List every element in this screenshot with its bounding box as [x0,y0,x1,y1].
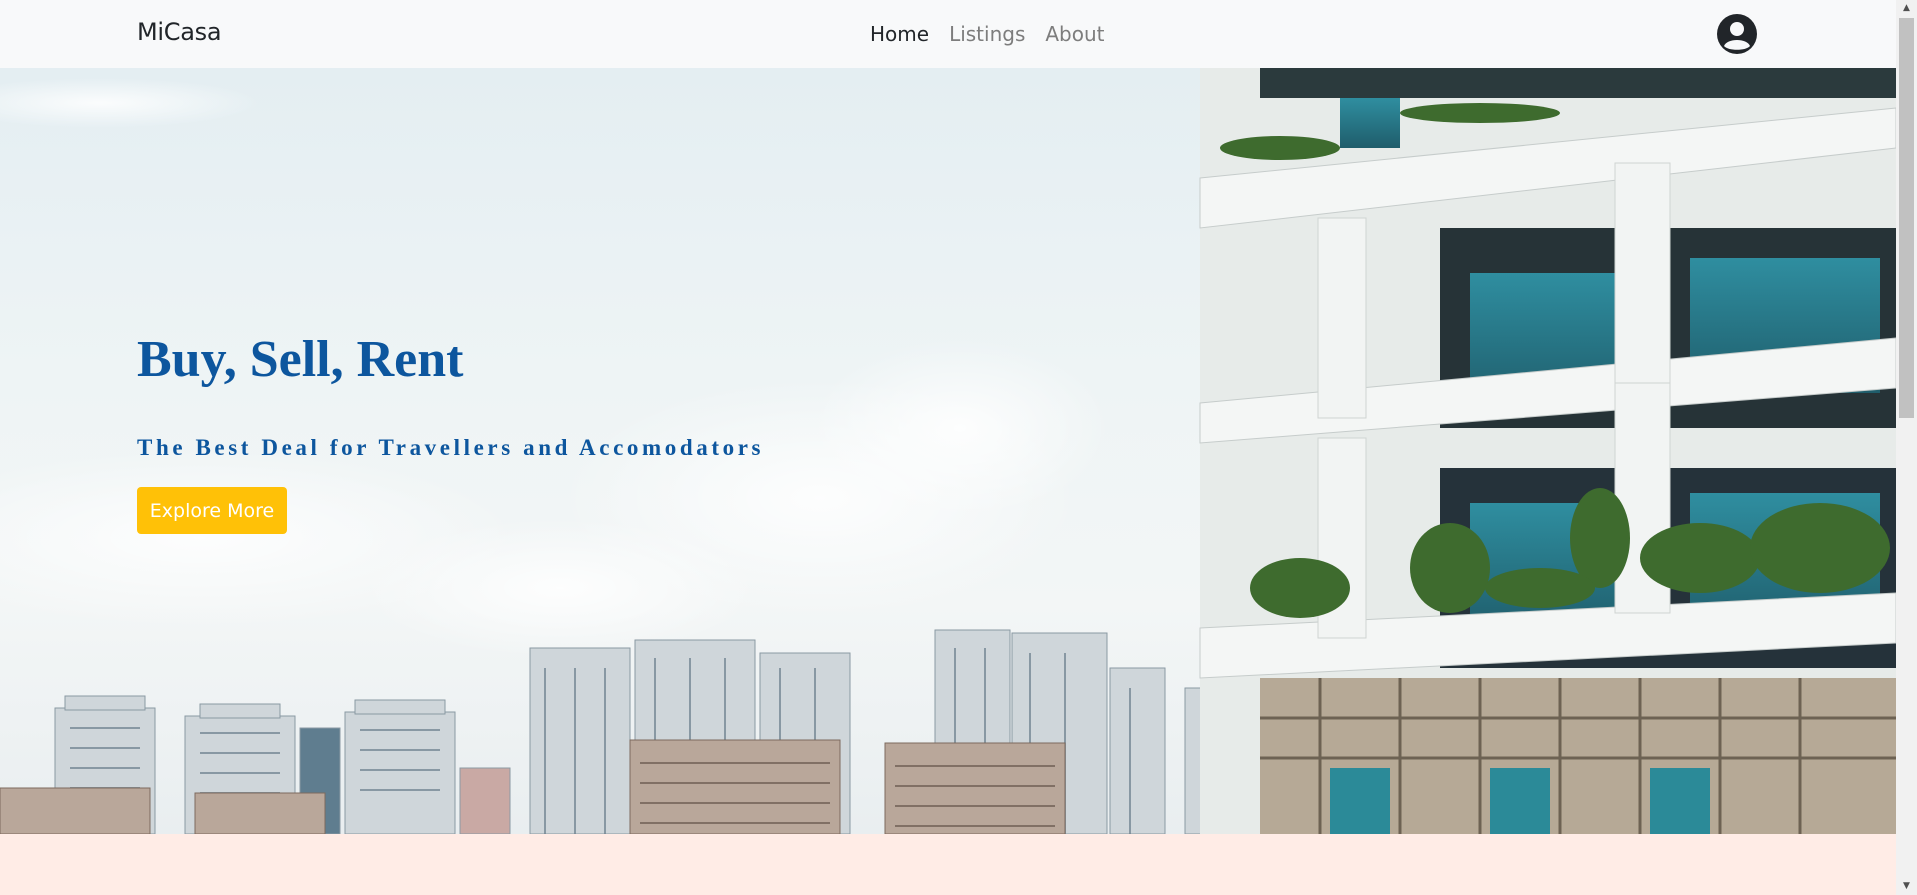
nav-link-home[interactable]: Home [870,22,929,46]
nav-link-listings[interactable]: Listings [949,22,1025,46]
navbar: MiCasa Home Listings About [0,0,1896,68]
page-scrollbar[interactable]: ▲ ▼ [1896,0,1917,895]
triangle-up-icon[interactable]: ▲ [1896,0,1917,17]
hero-title: Buy, Sell, Rent [137,331,464,388]
nav-link-about[interactable]: About [1045,22,1104,46]
hero-section: Buy, Sell, Rent The Best Deal for Travel… [0,68,1896,834]
scrollbar-thumb[interactable] [1899,18,1914,418]
triangle-down-icon[interactable]: ▼ [1896,878,1917,895]
hero-subtitle: The Best Deal for Travellers and Accomod… [137,435,765,460]
explore-more-button[interactable]: Explore More [137,487,287,534]
brand-logo[interactable]: MiCasa [137,18,222,46]
user-circle-icon[interactable] [1717,14,1757,54]
nav-links: Home Listings About [870,22,1105,46]
page: MiCasa Home Listings About Buy, Sell, Re… [0,0,1917,895]
next-section [0,834,1896,895]
